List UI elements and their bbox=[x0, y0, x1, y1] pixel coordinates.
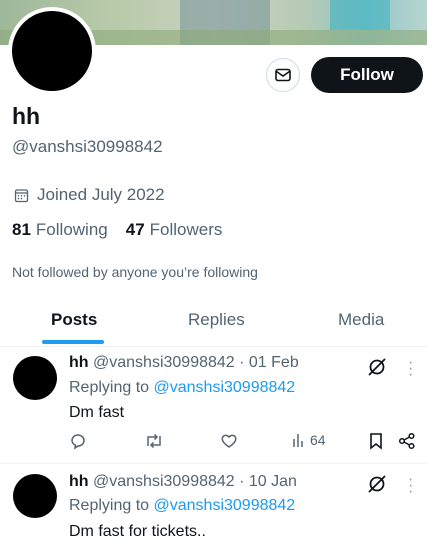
tab-media[interactable]: Media bbox=[338, 310, 384, 330]
post-avatar[interactable] bbox=[13, 356, 57, 400]
post-meta: @vanshsi30998842 · 10 Jan bbox=[93, 473, 297, 490]
bookmark-icon bbox=[370, 433, 382, 450]
repost-icon bbox=[147, 433, 161, 449]
following-label: Following bbox=[35, 220, 108, 239]
profile-handle: @vanshsi30998842 bbox=[12, 137, 163, 156]
follow-stats: 81 Following 47 Followers bbox=[12, 220, 222, 240]
following-link[interactable]: 81 Following bbox=[12, 220, 108, 240]
banner-image-region bbox=[330, 0, 390, 30]
tab-posts[interactable]: Posts bbox=[51, 310, 97, 330]
post-header: hh @vanshsi30998842 · 01 Feb bbox=[69, 354, 299, 372]
replying-handle[interactable]: @vanshsi30998842 bbox=[154, 497, 296, 514]
followers-count: 47 bbox=[125, 220, 145, 239]
calendar-icon bbox=[14, 188, 29, 202]
active-tab-indicator bbox=[42, 340, 104, 344]
grok-icon[interactable] bbox=[366, 356, 388, 378]
replying-to: Replying to @vanshsi30998842 bbox=[69, 379, 295, 397]
reply-button[interactable] bbox=[69, 432, 87, 450]
following-count: 81 bbox=[12, 220, 31, 239]
post-header: hh @vanshsi30998842 · 10 Jan bbox=[69, 473, 297, 491]
reply-icon bbox=[71, 434, 85, 450]
joined-date: Joined July 2022 bbox=[14, 185, 165, 205]
post-text: Dm fast bbox=[69, 404, 125, 421]
heart-icon bbox=[221, 434, 237, 448]
post-meta: @vanshsi30998842 · 01 Feb bbox=[93, 354, 299, 371]
more-options-icon[interactable]: · · · bbox=[408, 472, 413, 500]
followers-link[interactable]: 47 Followers bbox=[126, 220, 223, 240]
post-divider bbox=[0, 463, 427, 464]
tab-replies[interactable]: Replies bbox=[188, 310, 245, 330]
message-button[interactable] bbox=[266, 58, 300, 92]
post-actions: 64 bbox=[0, 432, 427, 452]
like-button[interactable] bbox=[220, 432, 238, 450]
analytics-icon bbox=[293, 434, 303, 447]
replying-prefix: Replying to bbox=[69, 497, 150, 514]
replying-to: Replying to @vanshsi30998842 bbox=[69, 497, 295, 515]
post-author-name[interactable]: hh bbox=[69, 354, 89, 371]
more-options-icon[interactable]: · · · bbox=[408, 355, 413, 383]
not-followed-notice: Not followed by anyone you’re following bbox=[12, 264, 258, 280]
profile-name: hh bbox=[12, 103, 41, 129]
post-text: Dm fast for tickets.. bbox=[69, 523, 206, 540]
followers-label: Followers bbox=[149, 220, 223, 239]
post-avatar[interactable] bbox=[13, 474, 57, 518]
avatar[interactable] bbox=[12, 11, 92, 91]
grok-icon[interactable] bbox=[366, 473, 388, 495]
repost-button[interactable] bbox=[144, 432, 164, 450]
joined-text: Joined July 2022 bbox=[37, 185, 165, 204]
envelope-icon bbox=[275, 68, 291, 82]
post-author-name[interactable]: hh bbox=[69, 473, 89, 490]
bookmark-button[interactable] bbox=[368, 432, 384, 450]
share-icon bbox=[398, 432, 415, 450]
views-button[interactable]: 64 bbox=[292, 432, 326, 448]
replying-handle[interactable]: @vanshsi30998842 bbox=[154, 379, 296, 396]
views-count: 64 bbox=[310, 432, 326, 448]
share-button[interactable] bbox=[398, 432, 416, 450]
replying-prefix: Replying to bbox=[69, 379, 150, 396]
follow-button[interactable]: Follow bbox=[311, 57, 423, 93]
